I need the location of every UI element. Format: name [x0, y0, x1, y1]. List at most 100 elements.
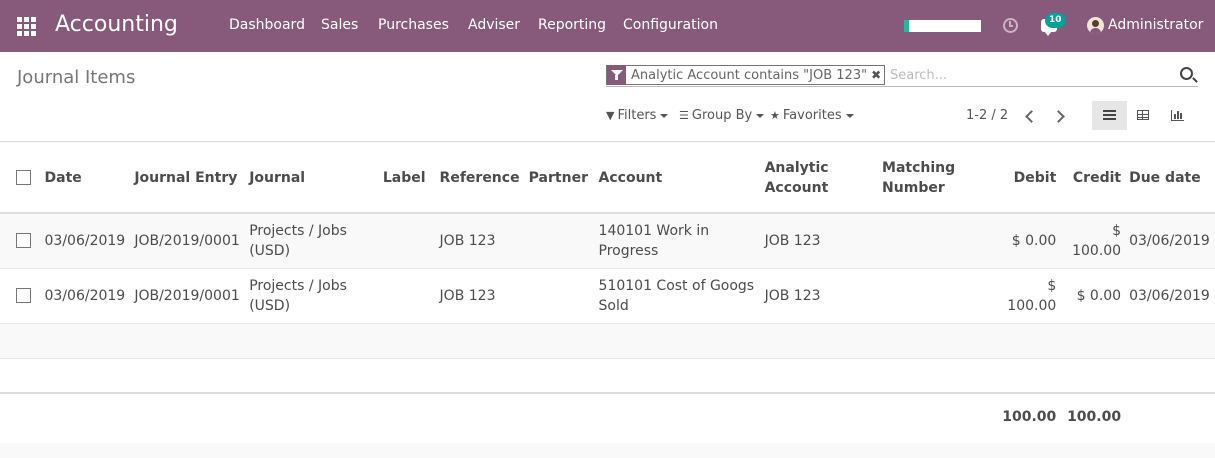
control-panel: Journal Items Analytic Account contains …: [0, 52, 1215, 142]
user-menu[interactable]: Administrator: [1108, 17, 1203, 33]
search-facet[interactable]: Analytic Account contains "JOB 123" ✖: [606, 65, 886, 85]
page-bottom-strip: [0, 443, 1215, 458]
cell-account-line2: Sold: [598, 297, 629, 314]
bar-chart-icon: [1171, 110, 1184, 121]
cell-journal: Projects / Jobs (USD): [245, 213, 379, 269]
apps-menu-icon[interactable]: [17, 17, 37, 36]
column-journal-entry[interactable]: Journal Entry: [130, 143, 246, 214]
cell-journal-line1: Projects / Jobs: [249, 277, 347, 294]
totals-row: 100.00 100.00: [0, 392, 1215, 440]
caret-down-icon: [845, 113, 854, 118]
search-input[interactable]: [890, 66, 1170, 84]
cell-journal-entry: JOB/2019/0001: [130, 268, 246, 324]
column-analytic-line1: Analytic: [764, 159, 829, 176]
row-checkbox[interactable]: [16, 288, 31, 303]
total-credit: 100.00: [1060, 392, 1126, 440]
filters-label: Filters: [617, 108, 657, 123]
column-analytic-account[interactable]: Analytic Account: [760, 143, 879, 214]
star-icon: ★: [770, 109, 780, 122]
cell-partner: [524, 268, 595, 324]
cell-label: [378, 213, 436, 269]
favorites-dropdown[interactable]: ★ Favorites: [770, 108, 854, 123]
cell-analytic-account: JOB 123: [760, 213, 879, 269]
pager-previous-icon[interactable]: [1022, 106, 1038, 126]
cell-journal: Projects / Jobs (USD): [245, 268, 379, 324]
cell-credit: $ 100.00: [1060, 213, 1126, 269]
favorites-label: Favorites: [782, 108, 842, 123]
filter-funnel-icon: ▼: [606, 109, 615, 122]
cell-reference: JOB 123: [435, 268, 525, 324]
table-row[interactable]: 03/06/2019 JOB/2019/0001 Projects / Jobs…: [0, 268, 1215, 324]
empty-row: [0, 323, 1215, 359]
cell-debit: $ 0.00: [992, 213, 1061, 269]
caret-down-icon: [756, 113, 765, 118]
pager-value[interactable]: 1-2 / 2: [966, 108, 1008, 123]
list-view-icon: [1103, 110, 1116, 121]
user-avatar[interactable]: [1087, 17, 1104, 34]
pager-next-icon[interactable]: [1052, 106, 1068, 126]
menu-purchases[interactable]: Purchases: [378, 17, 449, 33]
menu-sales[interactable]: Sales: [321, 17, 358, 33]
onboarding-progress-bar[interactable]: [904, 20, 981, 32]
column-analytic-line2: Account: [764, 179, 829, 196]
column-due-date[interactable]: Due date: [1125, 143, 1215, 214]
column-matching-number[interactable]: Matching Number: [878, 143, 993, 214]
app-title: Accounting: [55, 12, 178, 37]
list-view-button[interactable]: [1092, 101, 1127, 130]
column-date[interactable]: Date: [40, 143, 131, 214]
cell-account: 510101 Cost of Googs Sold: [594, 268, 761, 324]
search-icon[interactable]: [1180, 67, 1193, 80]
activities-clock-icon[interactable]: [1003, 18, 1018, 33]
cell-journal-line1: Projects / Jobs: [249, 222, 347, 239]
cell-account-line1: 140101 Work in: [598, 222, 710, 239]
cell-label: [378, 268, 436, 324]
cell-reference: JOB 123: [435, 213, 525, 269]
column-account[interactable]: Account: [594, 143, 761, 214]
journal-items-table: Date Journal Entry Journal Label Referen…: [0, 143, 1215, 440]
menu-adviser[interactable]: Adviser: [468, 17, 520, 33]
table-row[interactable]: 03/06/2019 JOB/2019/0001 Projects / Jobs…: [0, 213, 1215, 269]
list-bars-icon: ☰: [679, 109, 689, 122]
cell-due-date: 03/06/2019: [1125, 213, 1215, 269]
filters-dropdown[interactable]: ▼ Filters: [606, 108, 669, 123]
column-journal[interactable]: Journal: [245, 143, 379, 214]
cell-journal-line2: (USD): [249, 242, 291, 259]
cell-journal-entry: JOB/2019/0001: [130, 213, 246, 269]
groupby-dropdown[interactable]: ☰ Group By: [679, 108, 765, 123]
cell-due-date: 03/06/2019: [1125, 268, 1215, 324]
cell-journal-line2: (USD): [249, 297, 291, 314]
column-label[interactable]: Label: [378, 143, 436, 214]
groupby-label: Group By: [691, 108, 753, 123]
column-partner[interactable]: Partner: [524, 143, 595, 214]
cell-credit: $ 0.00: [1060, 268, 1126, 324]
cell-account: 140101 Work in Progress: [594, 213, 761, 269]
empty-row: [0, 358, 1215, 393]
row-checkbox[interactable]: [16, 233, 31, 249]
pivot-view-button[interactable]: [1126, 101, 1161, 130]
breadcrumb-title: Journal Items: [17, 67, 136, 88]
cell-account-line2: Progress: [598, 242, 659, 259]
messages-badge: 10: [1045, 13, 1066, 28]
column-credit[interactable]: Credit: [1060, 143, 1126, 214]
select-all-checkbox[interactable]: [16, 170, 31, 185]
search-facet-label: Analytic Account contains "JOB 123": [631, 67, 868, 83]
column-debit[interactable]: Debit: [992, 143, 1061, 214]
cell-matching-number: [878, 213, 993, 269]
caret-down-icon: [660, 113, 669, 118]
graph-view-button[interactable]: [1160, 101, 1195, 130]
menu-reporting[interactable]: Reporting: [538, 17, 606, 33]
column-matching-line2: Number: [882, 179, 945, 196]
menu-configuration[interactable]: Configuration: [623, 17, 718, 33]
cell-partner: [524, 213, 595, 269]
menu-dashboard[interactable]: Dashboard: [229, 17, 305, 33]
cell-matching-number: [878, 268, 993, 324]
top-navbar: Accounting Dashboard Sales Purchases Adv…: [0, 0, 1215, 52]
column-matching-line1: Matching: [882, 159, 956, 176]
total-debit: 100.00: [992, 392, 1061, 440]
journal-items-list: Date Journal Entry Journal Label Referen…: [0, 143, 1215, 443]
table-header-row: Date Journal Entry Journal Label Referen…: [0, 143, 1215, 214]
cell-date: 03/06/2019: [40, 213, 131, 269]
column-reference[interactable]: Reference: [435, 143, 525, 214]
facet-remove-icon[interactable]: ✖: [871, 68, 884, 82]
cell-account-line1: 510101 Cost of Googs: [598, 277, 755, 294]
